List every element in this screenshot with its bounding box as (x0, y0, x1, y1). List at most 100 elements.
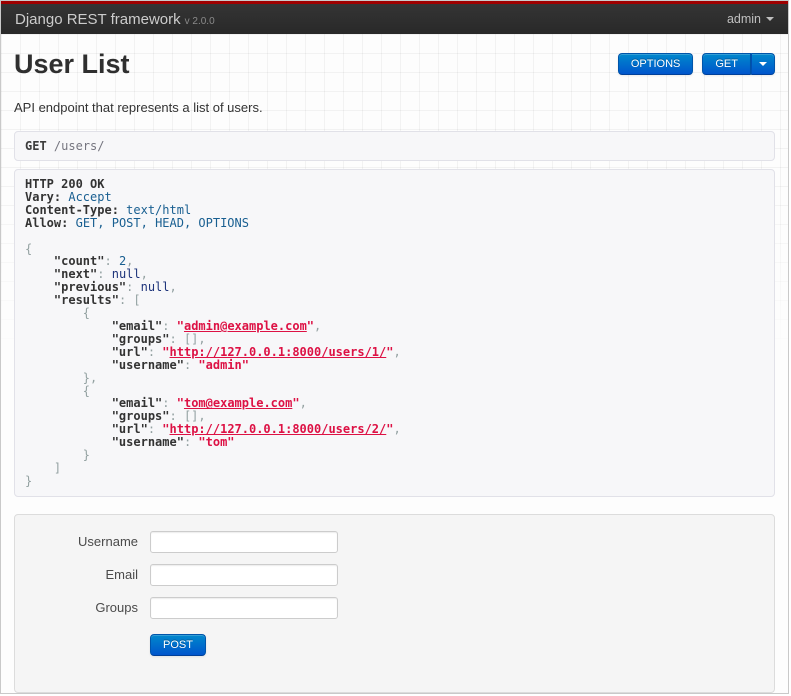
response-token (25, 293, 54, 307)
response-token: " (306, 318, 315, 333)
response-token (25, 267, 54, 281)
response-token (25, 384, 83, 398)
response-token: "groups" (111, 409, 170, 424)
response-link[interactable]: admin@example.com (184, 319, 307, 333)
response-token: "results" (53, 293, 119, 308)
username-field[interactable] (150, 530, 338, 553)
response-token (25, 409, 112, 423)
response-token: : (162, 396, 177, 411)
response-token: "email" (111, 318, 163, 333)
form-row-username: Username (15, 530, 774, 553)
request-bar: GET /users/ (14, 131, 775, 161)
request-path: /users/ (53, 139, 105, 153)
post-form: Username Email Groups POST (14, 513, 775, 693)
response-token: , (126, 254, 134, 269)
response-token (25, 358, 112, 372)
endpoint-description: API endpoint that represents a list of u… (14, 100, 263, 115)
response-token: : [ (118, 293, 141, 308)
response-token: "username" (111, 357, 184, 372)
response-token: "url" (111, 344, 148, 359)
email-field[interactable] (150, 563, 338, 586)
response-token (25, 332, 112, 346)
response-token: " (162, 344, 170, 359)
username-label: Username (78, 534, 138, 550)
groups-field[interactable] (150, 596, 338, 619)
response-token: : [], (169, 331, 206, 346)
response-token: , (393, 422, 401, 437)
response-token (25, 254, 54, 268)
response-token: "next" (53, 267, 98, 282)
navbar: Django REST framework v 2.0.0 admin (1, 1, 788, 34)
response-token (25, 461, 54, 475)
response-token: : [], (169, 409, 206, 424)
request-method: GET (25, 139, 47, 153)
response-token: Vary: (25, 189, 62, 204)
response-token: "groups" (111, 331, 170, 346)
page-header: User List OPTIONS GET (14, 49, 775, 79)
response-token: : (147, 344, 163, 359)
response-link[interactable]: http://127.0.0.1:8000/users/2/ (170, 422, 387, 436)
response-token (25, 448, 83, 462)
response-token: } (25, 473, 33, 488)
caret-down-icon (766, 17, 774, 21)
response-token: { (82, 383, 91, 398)
brand: Django REST framework v 2.0.0 (15, 11, 215, 28)
response-token: " (176, 396, 184, 411)
response-token: "email" (111, 396, 163, 411)
response-token: } (82, 448, 91, 463)
response-token: " (162, 422, 170, 437)
response-token: "url" (111, 422, 148, 437)
response-token: "tom" (198, 435, 235, 450)
response-token: : (126, 280, 141, 295)
brand-version: v 2.0.0 (184, 15, 215, 27)
options-button[interactable]: OPTIONS (617, 53, 694, 75)
user-dropdown-label: admin (726, 12, 761, 26)
response-token: " (386, 344, 394, 359)
response-token: " (176, 318, 184, 333)
get-button[interactable]: GET (702, 53, 751, 75)
response-token: "previous" (53, 280, 127, 295)
page-title: User List (14, 49, 130, 79)
get-dropdown-toggle[interactable] (751, 53, 775, 75)
response-token: GET, POST, HEAD, OPTIONS (75, 215, 249, 230)
response-token: null (111, 267, 141, 282)
response-token (25, 280, 54, 294)
response-token: "count" (53, 254, 105, 269)
brand-title: Django REST framework (15, 10, 181, 28)
response-token: }, (82, 370, 98, 385)
form-row-email: Email (15, 563, 774, 586)
response-token: Content-Type: (25, 202, 119, 217)
response-body: HTTP 200 OK Vary: Accept Content-Type: t… (14, 169, 775, 497)
response-token: { (82, 306, 91, 321)
response-token: : (104, 254, 119, 269)
post-button[interactable]: POST (150, 633, 206, 656)
response-token: { (25, 241, 33, 256)
main-content: User List OPTIONS GET API endpoint that … (1, 49, 788, 693)
form-row-groups: Groups (15, 596, 774, 619)
response-token: ] (53, 460, 62, 475)
response-token: : (183, 435, 199, 450)
response-token: , (314, 318, 322, 333)
response-token: "admin" (198, 357, 249, 372)
response-token: text/html (126, 202, 192, 217)
response-token (25, 345, 112, 359)
response-token: null (140, 280, 170, 295)
response-token: , (140, 267, 148, 282)
response-token (25, 319, 112, 333)
response-token: " (292, 396, 300, 411)
response-link[interactable]: tom@example.com (184, 396, 292, 410)
response-token: : (97, 267, 112, 282)
response-token: " (386, 422, 394, 437)
get-button-group: GET (702, 53, 775, 75)
response-link[interactable]: http://127.0.0.1:8000/users/1/ (170, 345, 387, 359)
caret-down-icon (759, 62, 767, 66)
groups-label: Groups (95, 600, 138, 616)
response-token: : (162, 318, 177, 333)
user-dropdown[interactable]: admin (727, 12, 774, 26)
response-token: , (299, 396, 307, 411)
response-token: : (147, 422, 163, 437)
submit-row: POST (150, 633, 774, 656)
response-token: : (183, 357, 199, 372)
response-token (25, 435, 112, 449)
response-token: , (393, 344, 401, 359)
